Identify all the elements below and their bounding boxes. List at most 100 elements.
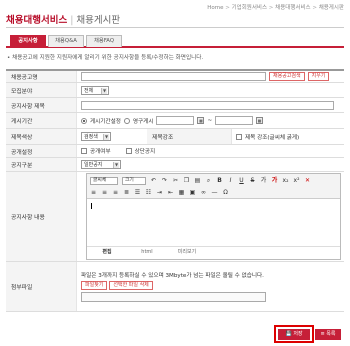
special-char-icon[interactable]: Ω	[222, 189, 229, 197]
save-button-highlight: 💾 저장	[274, 325, 314, 343]
job-posting-input[interactable]	[81, 72, 266, 81]
chevron-down-icon: ▼	[113, 162, 119, 168]
editor-toolbar: 글씨체 크기 ↶ ↷ ✂ ❐ ▤ ⌕ B I U S 가 가 x₂ x² ✕ ≡…	[87, 174, 340, 199]
tab-edit[interactable]: 편집	[87, 247, 127, 258]
paste-icon[interactable]: ▤	[194, 177, 201, 185]
link-icon[interactable]: ∞	[200, 189, 207, 197]
title-emphasis-checkbox-label: 제목 강조(글씨체 굵게)	[245, 134, 300, 141]
row-period: 게시기간 게시기간설정 영구게시 ▦ ~ ▦	[6, 113, 344, 129]
field-select[interactable]: 전체 ▼	[81, 85, 109, 95]
tab-notice[interactable]: 공지사항	[10, 35, 46, 47]
row-field: 모집분야 전체 ▼	[6, 83, 344, 98]
file-add-button[interactable]: 파일찾기	[81, 281, 108, 290]
row-content: 공지사항 내용 글씨체 크기 ↶ ↷ ✂ ❐ ▤ ⌕ B I U S 가 가 x…	[6, 172, 344, 262]
public-checkbox[interactable]	[81, 148, 87, 154]
highlight-color-icon[interactable]: 가	[271, 177, 278, 185]
tab-preview[interactable]: 미리보기	[167, 247, 207, 258]
chevron-down-icon: ▼	[101, 87, 107, 94]
row-job-posting: 채용공고명 채용공고검색 지우기	[6, 71, 344, 83]
public-checkbox-label: 공개여부	[90, 149, 111, 155]
board-tabs: 공지사항 채용Q&A 채용FAQ	[6, 35, 344, 48]
row-title: 공지사항 제목	[6, 98, 344, 113]
page-header: 채용대행서비스 | 채용게시판	[6, 10, 344, 28]
outdent-icon[interactable]: ⇤	[167, 189, 174, 197]
category-label: 공지구분	[6, 158, 77, 171]
period-end-input[interactable]	[215, 116, 254, 125]
bullet-list-icon[interactable]: ☰	[134, 189, 141, 197]
undo-icon[interactable]: ↶	[150, 177, 157, 185]
calendar-icon[interactable]: ▦	[256, 117, 264, 124]
strikethrough-icon[interactable]: S	[249, 177, 256, 185]
job-posting-label: 채용공고명	[6, 71, 77, 82]
period-permanent-label: 영구게시	[132, 118, 154, 125]
field-select-value: 전체	[84, 87, 94, 94]
copy-icon[interactable]: ❐	[183, 177, 190, 185]
title-emphasis-checkbox[interactable]	[236, 133, 242, 140]
row-public: 공개설정 공개여부 상단공지	[6, 145, 344, 158]
size-select[interactable]: 크기	[122, 177, 146, 185]
category-select[interactable]: 일반공지 ▼	[81, 160, 121, 169]
editor-content-area[interactable]	[87, 199, 340, 247]
attachment-label: 첨부파일	[6, 262, 77, 311]
clear-format-icon[interactable]: ✕	[304, 177, 311, 185]
underline-icon[interactable]: U	[238, 177, 245, 185]
number-list-icon[interactable]: ☷	[145, 189, 152, 197]
rich-text-editor: 글씨체 크기 ↶ ↷ ✂ ❐ ▤ ⌕ B I U S 가 가 x₂ x² ✕ ≡…	[86, 173, 341, 260]
cut-icon[interactable]: ✂	[172, 177, 179, 185]
save-button[interactable]: 💾 저장	[278, 329, 310, 340]
page-description: • 채용공고에 지원한 지원자에게 알리기 위한 공지사항을 등록/수정하는 화…	[7, 55, 204, 61]
top-notice-checkbox[interactable]	[125, 148, 132, 154]
top-notice-checkbox-label: 상단공지	[134, 149, 156, 155]
find-icon[interactable]: ⌕	[205, 177, 212, 185]
job-posting-search-button[interactable]: 채용공고검색	[269, 72, 305, 81]
text-caret	[91, 203, 92, 209]
category-value: 일반공지	[84, 162, 103, 168]
text-color-icon[interactable]: 가	[260, 177, 267, 185]
row-category: 공지구분 일반공지 ▼	[6, 158, 344, 172]
horizontal-rule-icon[interactable]: —	[211, 189, 218, 197]
table-icon[interactable]: ▦	[178, 189, 185, 197]
align-center-icon[interactable]: ≡	[101, 189, 108, 197]
row-color: 제목색상 검정색 ▼ 제목강조 제목 강조(글씨체 굵게)	[6, 129, 344, 145]
superscript-icon[interactable]: x²	[293, 177, 300, 185]
image-icon[interactable]: ▣	[189, 189, 196, 197]
chevron-down-icon: ▼	[103, 134, 109, 140]
title-color-select[interactable]: 검정색 ▼	[81, 132, 111, 141]
file-list[interactable]	[81, 292, 266, 302]
notice-title-input[interactable]	[81, 100, 334, 110]
calendar-icon[interactable]: ▦	[197, 117, 205, 124]
align-left-icon[interactable]: ≡	[90, 189, 97, 197]
editor-mode-tabs: 편집 html 미리보기	[87, 247, 340, 258]
content-label: 공지사항 내용	[6, 172, 77, 261]
period-set-label: 게시기간설정	[90, 118, 121, 125]
row-attachment: 첨부파일 파일은 3개까지 등록하실 수 있으며 3Mbyte가 넘는 파일은 …	[6, 262, 344, 312]
page-title: 채용대행서비스 | 채용게시판	[6, 15, 121, 26]
period-start-input[interactable]	[156, 116, 195, 125]
font-select[interactable]: 글씨체	[90, 177, 118, 185]
italic-icon[interactable]: I	[227, 177, 234, 185]
public-setting-label: 공개설정	[6, 145, 77, 157]
file-delete-button[interactable]: 선택한 파일 삭제	[109, 281, 153, 290]
justify-icon[interactable]: ≣	[123, 189, 130, 197]
field-label: 모집분야	[6, 83, 77, 97]
page-title-main: 채용대행서비스	[6, 15, 68, 26]
tab-faq[interactable]: 채용FAQ	[86, 35, 122, 47]
redo-icon[interactable]: ↷	[161, 177, 168, 185]
bold-icon[interactable]: B	[216, 177, 223, 185]
period-set-radio[interactable]	[81, 117, 87, 124]
tab-html[interactable]: html	[127, 247, 167, 258]
period-label: 게시기간	[6, 113, 77, 128]
subscript-icon[interactable]: x₂	[282, 177, 289, 185]
title-emphasis-label: 제목강조	[147, 129, 232, 144]
period-permanent-radio[interactable]	[123, 117, 130, 124]
notice-form: 채용공고명 채용공고검색 지우기 모집분야 전체 ▼ 공지사항 제목 게시기간 …	[6, 69, 344, 312]
job-posting-clear-button[interactable]: 지우기	[307, 72, 330, 81]
indent-icon[interactable]: ⇥	[156, 189, 163, 197]
align-right-icon[interactable]: ≡	[112, 189, 119, 197]
attachment-help: 파일은 3개까지 등록하실 수 있으며 3Mbyte가 넘는 파일은 올릴 수 …	[81, 273, 264, 279]
title-color-value: 검정색	[84, 134, 98, 140]
title-color-label: 제목색상	[6, 129, 77, 144]
notice-title-label: 공지사항 제목	[6, 98, 77, 112]
tab-qna[interactable]: 채용Q&A	[48, 35, 84, 47]
list-button[interactable]: ≡ 목록	[315, 329, 341, 340]
